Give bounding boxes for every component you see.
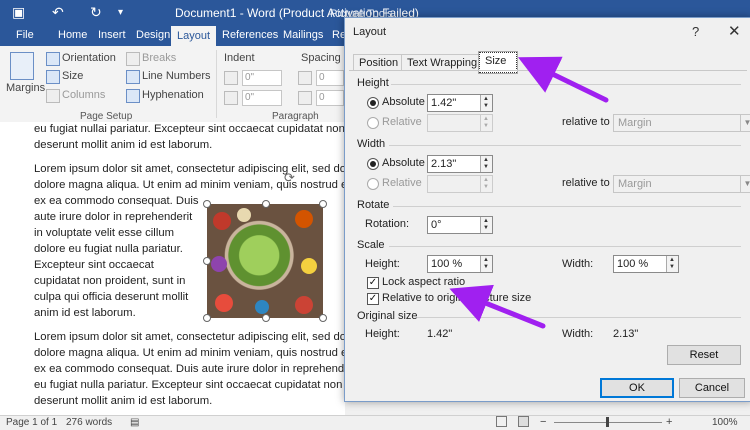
arrow-to-size-tab (518, 56, 609, 103)
arrow-to-lock-aspect (449, 284, 546, 329)
annotation-arrows (449, 56, 609, 329)
